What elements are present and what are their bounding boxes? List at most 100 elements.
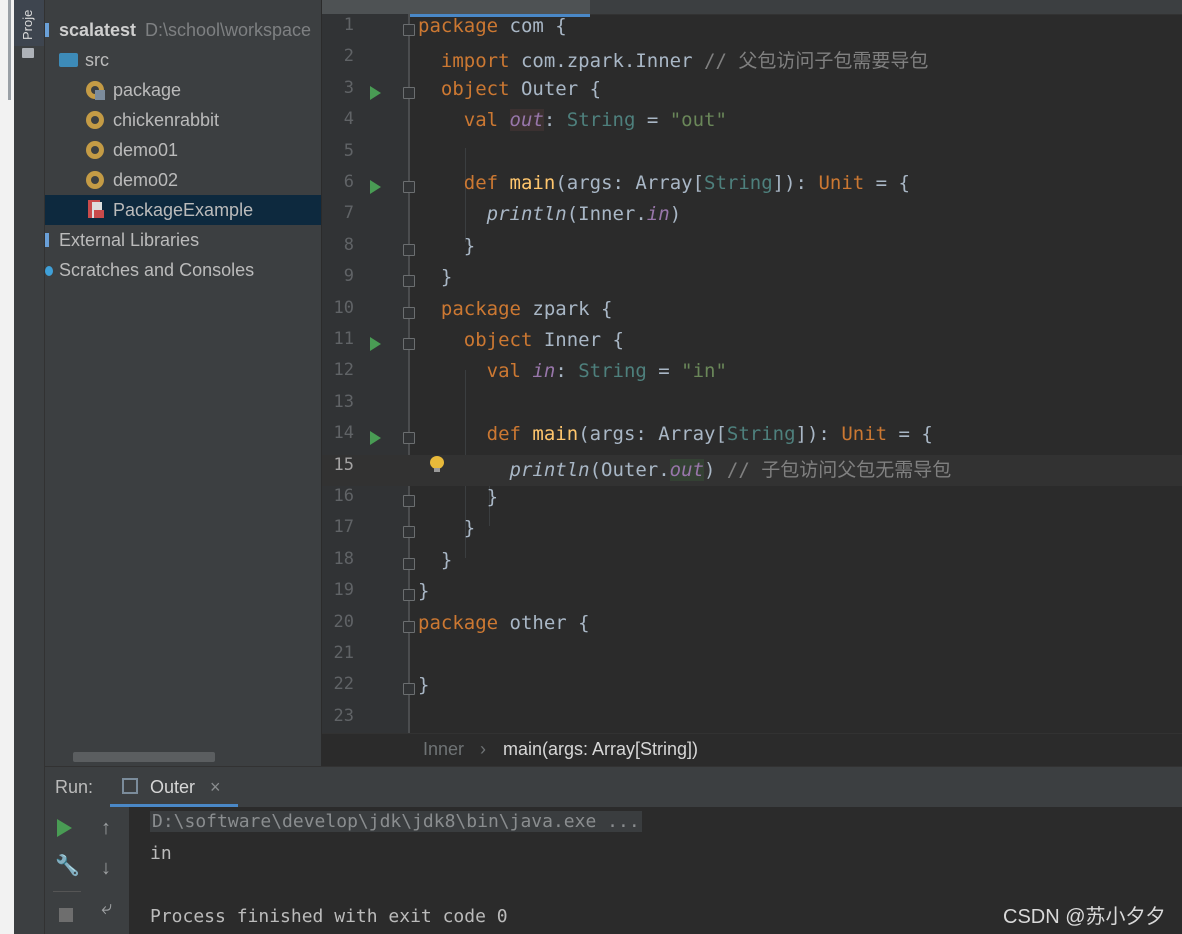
tree-item-project-root[interactable]: scalatest D:\school\workspace (45, 15, 321, 45)
line-number: 16 (333, 486, 354, 506)
run-label: Run: (55, 777, 94, 797)
line-number: 6 (343, 172, 354, 192)
line-number: 3 (343, 77, 354, 98)
fold-marker-icon[interactable] (403, 526, 415, 539)
fold-marker-icon[interactable] (403, 557, 415, 570)
line-number: 15 (333, 454, 354, 475)
project-path: D:\school\workspace (145, 20, 312, 40)
line-number: 17 (333, 517, 354, 538)
rerun-icon[interactable] (57, 819, 72, 837)
wrench-icon[interactable]: 🔧 (55, 855, 80, 877)
run-gutter-icon[interactable] (370, 180, 381, 194)
console-line-command[interactable]: D:\software\develop\jdk\jdk8\bin\java.ex… (150, 811, 642, 832)
package-icon (86, 111, 104, 129)
run-gutter-icon[interactable] (370, 337, 381, 351)
code-line: 16 } (322, 486, 1182, 517)
fold-marker-icon[interactable] (403, 432, 415, 445)
line-number: 20 (333, 611, 354, 632)
code-line: 9 } (322, 266, 1182, 297)
code-line: 2 import com.zpark.Inner // 父包访问子包需要导包 (322, 46, 1182, 77)
scratches-icon (45, 266, 53, 276)
close-tab-icon[interactable]: × (210, 777, 221, 798)
up-arrow-icon[interactable]: ↑ (101, 817, 111, 839)
down-arrow-icon[interactable]: ↓ (101, 857, 111, 879)
tree-item-external-libraries[interactable]: External Libraries (45, 225, 321, 255)
code-line: 22 } (322, 674, 1182, 705)
line-number: 2 (343, 46, 354, 67)
fold-marker-icon[interactable] (403, 683, 415, 696)
folder-icon[interactable] (22, 48, 34, 58)
tree-item-label: External Libraries (59, 230, 200, 250)
line-number: 18 (333, 548, 354, 569)
tool-window-stripe: Proje (14, 0, 45, 934)
tree-item-label: demo02 (113, 170, 179, 190)
code-line: 12 val in: String = "in" (322, 360, 1182, 391)
line-number: 22 (333, 674, 354, 695)
breadcrumb-item-inner[interactable]: Inner (423, 739, 464, 760)
soft-wrap-icon[interactable]: ⤶ (101, 897, 112, 919)
line-number: 12 (333, 360, 354, 381)
code-line: 14 def main(args: Array[String]): Unit =… (322, 423, 1182, 454)
tree-item-label: Scratches and Consoles (59, 260, 255, 280)
tree-item-label: src (85, 50, 109, 70)
code-line-current: 15 println(Outer.out) // 子包访问父包无需导包 (322, 454, 1182, 486)
horizontal-scrollbar[interactable] (73, 752, 215, 762)
fold-marker-icon[interactable] (403, 495, 415, 507)
run-tab-label: Outer (150, 777, 196, 797)
stop-icon[interactable] (59, 908, 73, 922)
tree-item-demo01[interactable]: demo01 (45, 135, 321, 165)
run-tab-outer[interactable]: Outer × (110, 767, 238, 807)
tree-item-package[interactable]: package (45, 75, 321, 105)
line-number: 13 (333, 391, 354, 412)
line-number: 23 (333, 705, 354, 726)
fold-marker-icon[interactable] (403, 620, 415, 633)
line-number: 21 (333, 643, 354, 663)
tree-item-label: chickenrabbit (113, 110, 220, 130)
tree-item-demo02[interactable]: demo02 (45, 165, 321, 195)
run-gutter-icon[interactable] (370, 431, 381, 446)
window-edge (0, 0, 14, 934)
line-number: 7 (343, 203, 354, 224)
fold-marker-icon[interactable] (403, 306, 415, 319)
fold-marker-icon[interactable] (403, 24, 415, 36)
fold-marker-icon[interactable] (403, 181, 415, 193)
line-number: 14 (333, 423, 354, 444)
run-gutter-icon[interactable] (370, 85, 381, 100)
console-line: Process finished with exit code 0 (150, 906, 508, 927)
breadcrumb-item-main[interactable]: main(args: Array[String]) (503, 739, 698, 760)
project-tool-tab[interactable]: Proje (14, 0, 44, 46)
line-number: 8 (343, 234, 354, 255)
library-icon (45, 233, 49, 247)
code-editor[interactable]: 1 package com { 2 import com.zpark.Inner… (322, 0, 1182, 733)
code-line: 19 } (322, 580, 1182, 611)
fold-marker-icon[interactable] (403, 86, 415, 99)
code-line: 11 object Inner { (322, 329, 1182, 360)
tree-item-label: PackageExample (113, 200, 254, 220)
fold-marker-icon[interactable] (403, 243, 415, 256)
console-icon (122, 778, 138, 794)
fold-marker-icon[interactable] (403, 275, 415, 288)
tree-item-src[interactable]: src (45, 45, 321, 75)
tree-item-chickenrabbit[interactable]: chickenrabbit (45, 105, 321, 135)
module-icon (45, 23, 49, 37)
package-icon (86, 171, 104, 189)
breadcrumb-separator: › (480, 739, 486, 759)
line-number: 5 (343, 140, 354, 161)
code-line: 21 (322, 643, 1182, 674)
code-line: 23 (322, 706, 1182, 733)
code-line: 13 (322, 392, 1182, 423)
console-line: in (150, 843, 172, 864)
lightbulb-icon[interactable] (430, 456, 444, 472)
line-number: 19 (333, 580, 354, 601)
fold-marker-icon[interactable] (403, 338, 415, 350)
code-line: 8 } (322, 235, 1182, 266)
project-panel: scalatest D:\school\workspace src packag… (45, 0, 321, 766)
tree-item-packageexample[interactable]: PackageExample (45, 195, 321, 225)
fold-marker-icon[interactable] (403, 589, 415, 602)
scala-file-icon (88, 200, 104, 220)
tree-item-label: package (113, 80, 182, 100)
editor-tab-bar (322, 0, 1182, 17)
tree-item-scratches[interactable]: Scratches and Consoles (45, 255, 321, 285)
folder-icon (59, 53, 78, 67)
code-line: 7 println(Inner.in) (322, 203, 1182, 234)
